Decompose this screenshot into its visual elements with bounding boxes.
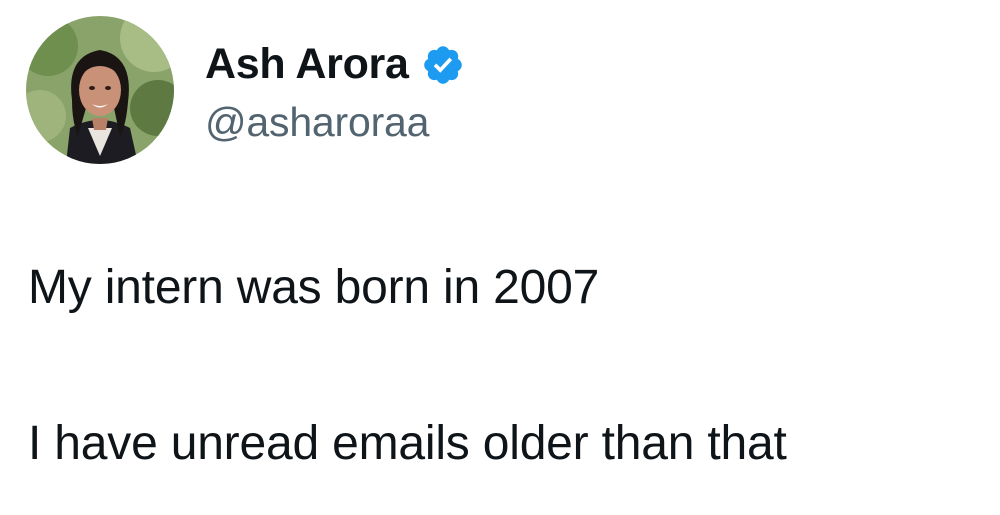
author-identity: Ash Arora @asharoraa xyxy=(205,38,465,143)
author-name[interactable]: Ash Arora xyxy=(205,43,409,86)
avatar[interactable] xyxy=(26,16,174,164)
tweet-card: Ash Arora @asharoraa My intern was born … xyxy=(0,0,1000,515)
author-handle[interactable]: @asharoraa xyxy=(205,101,465,143)
verified-badge-icon xyxy=(421,43,465,87)
name-row: Ash Arora xyxy=(205,38,465,92)
profile-photo-icon xyxy=(26,16,174,164)
tweet-text-line: I have unread emails older than that xyxy=(28,417,787,470)
tweet-header: Ash Arora @asharoraa xyxy=(26,16,465,164)
tweet-text-line: My intern was born in 2007 xyxy=(28,261,600,314)
